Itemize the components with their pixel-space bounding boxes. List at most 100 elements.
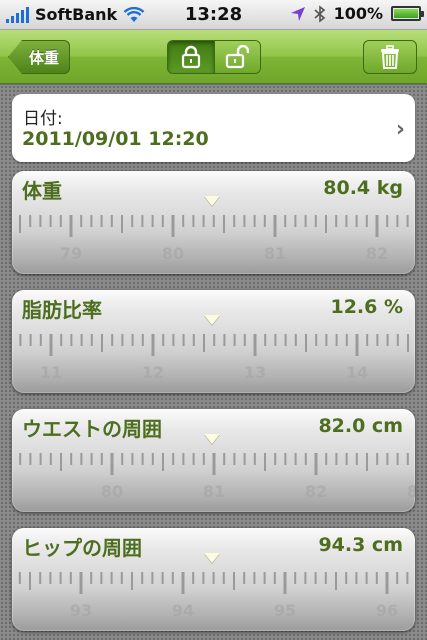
minor-tick: [39, 215, 42, 227]
minor-tick: [345, 215, 348, 227]
back-button[interactable]: 体重: [8, 40, 70, 74]
minor-tick: [305, 334, 307, 352]
minor-tick: [60, 453, 62, 471]
scale-ruler[interactable]: 8081828384: [12, 449, 415, 509]
minor-tick: [223, 215, 225, 233]
minor-tick: [284, 215, 287, 227]
minor-tick: [406, 572, 409, 584]
minor-tick: [264, 334, 267, 346]
minor-tick: [80, 334, 83, 346]
minor-tick: [162, 453, 164, 471]
major-tick: [385, 572, 389, 594]
lock-closed-icon: [181, 45, 200, 69]
minor-tick: [304, 572, 307, 584]
ruler-label: 体重: [22, 179, 62, 203]
minor-tick: [253, 215, 256, 227]
pointer-triangle-icon: [204, 196, 220, 206]
minor-tick: [151, 215, 154, 227]
minor-tick: [182, 453, 185, 465]
minor-tick: [69, 572, 72, 584]
minor-tick: [121, 215, 123, 233]
ruler-value: 82.0 cm: [318, 415, 403, 437]
pointer-triangle-icon: [204, 553, 220, 563]
minor-tick: [233, 334, 236, 346]
minor-tick: [284, 453, 287, 465]
navigation-bar: 体重: [0, 30, 427, 84]
minor-tick: [70, 453, 73, 465]
minor-tick: [355, 215, 358, 227]
minor-tick: [274, 334, 277, 346]
major-tick: [283, 572, 287, 594]
unlock-segment[interactable]: [213, 41, 260, 73]
minor-tick: [121, 453, 124, 465]
minor-tick: [110, 572, 113, 584]
tick-label: 80: [101, 482, 123, 501]
minor-tick: [335, 215, 338, 227]
major-tick: [375, 215, 379, 237]
tick-label: 81: [264, 244, 286, 263]
minor-tick: [396, 334, 399, 346]
scale-ruler[interactable]: 93 94 95 96: [12, 568, 415, 628]
minor-tick: [273, 572, 276, 584]
minor-tick: [100, 453, 103, 465]
trash-button[interactable]: [363, 40, 417, 74]
minor-tick: [376, 453, 379, 465]
scale-ruler[interactable]: 79 80 81 82: [12, 211, 415, 271]
minor-tick: [355, 572, 358, 584]
ruler-label: ヒップの周囲: [22, 536, 142, 560]
major-tick: [314, 453, 318, 475]
minor-tick: [386, 453, 389, 465]
minor-tick: [406, 453, 409, 465]
minor-tick: [212, 572, 215, 584]
minor-tick: [202, 572, 205, 584]
minor-tick: [335, 334, 338, 346]
minor-tick: [29, 334, 32, 346]
minor-tick: [264, 453, 266, 471]
minor-tick: [304, 453, 307, 465]
minor-tick: [19, 334, 22, 346]
minor-tick: [80, 215, 83, 227]
lock-segment[interactable]: [168, 41, 214, 73]
ruler-card-waist[interactable]: ウエストの周囲 82.0 cm 8081828384: [12, 409, 415, 512]
lock-segmented-control[interactable]: [167, 40, 261, 74]
minor-tick: [203, 334, 205, 352]
minor-tick: [233, 572, 235, 590]
date-value: 2011/09/01 12:20: [22, 128, 209, 150]
minor-tick: [294, 453, 297, 465]
minor-tick: [263, 215, 266, 227]
minor-tick: [90, 453, 93, 465]
minor-tick: [396, 572, 399, 584]
minor-tick: [141, 453, 144, 465]
minor-tick: [29, 572, 31, 590]
content-area: 日付: 2011/09/01 12:20 › 体重 80.4 kg 79 80 81…: [0, 85, 427, 640]
tick-label: 96: [376, 601, 398, 620]
status-bar: SoftBank 13:28 100%: [0, 0, 427, 30]
date-row[interactable]: 日付: 2011/09/01 12:20 ›: [12, 94, 415, 162]
ruler-card-weight[interactable]: 体重 80.4 kg 79 80 81 82: [12, 171, 415, 274]
minor-tick: [355, 453, 358, 465]
minor-tick: [375, 572, 378, 584]
ruler-card-hip[interactable]: ヒップの周囲 94.3 cm 93 94 95 96: [12, 528, 415, 631]
minor-tick: [49, 215, 52, 227]
status-right: 100%: [290, 4, 424, 23]
minor-tick: [39, 453, 42, 465]
tick-label: 11: [40, 363, 62, 382]
scale-ruler[interactable]: 11 12 13 14: [12, 330, 415, 390]
minor-tick: [162, 334, 165, 346]
minor-tick: [345, 453, 348, 465]
ruler-card-body-fat[interactable]: 脂肪比率 12.6 % 11 12 13 14: [12, 290, 415, 393]
minor-tick: [49, 453, 52, 465]
minor-tick: [366, 453, 368, 471]
minor-tick: [345, 572, 348, 584]
tick-label: 82: [305, 482, 327, 501]
tick-label: 13: [244, 363, 266, 382]
minor-tick: [314, 215, 317, 227]
minor-tick: [161, 215, 164, 227]
ruler-value: 12.6 %: [330, 296, 403, 318]
minor-tick: [120, 572, 123, 584]
minor-tick: [233, 215, 236, 227]
minor-tick: [345, 334, 348, 346]
minor-tick: [253, 453, 256, 465]
minor-tick: [233, 453, 236, 465]
minor-tick: [111, 334, 114, 346]
